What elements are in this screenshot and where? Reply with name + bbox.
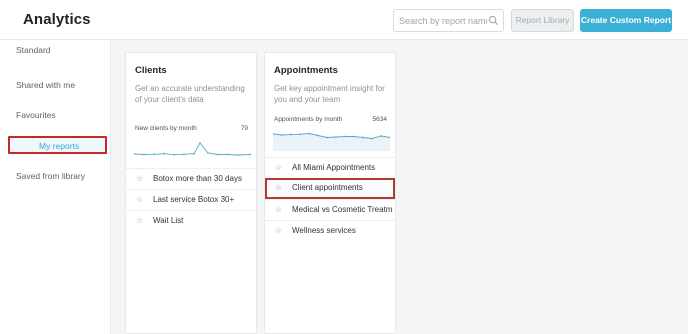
card-description: Get key appointment insight for you and … <box>274 84 385 104</box>
top-bar: Analytics Report Library Create Custom R… <box>0 0 688 40</box>
report-label: Wait List <box>153 216 184 225</box>
report-label: Client appointments <box>292 183 363 192</box>
star-icon[interactable]: ☆ <box>275 183 282 192</box>
appointments-report-list: ☆ All Miami Appointments ☆ Client appoin… <box>265 157 395 241</box>
list-item[interactable]: ☆ Wellness services <box>265 220 395 241</box>
clients-sparkline <box>134 142 251 156</box>
report-label: Last service Botox 30+ <box>153 195 235 204</box>
star-icon[interactable]: ☆ <box>136 174 143 183</box>
report-label: All Miami Appointments <box>292 163 376 172</box>
card-title: Appointments <box>274 65 338 76</box>
star-icon[interactable]: ☆ <box>275 226 282 235</box>
report-label: Botox more than 30 days <box>153 174 242 183</box>
star-icon[interactable]: ☆ <box>275 163 282 172</box>
search-box[interactable] <box>393 9 504 32</box>
chart-label: New clients by month <box>135 125 197 132</box>
card-title: Clients <box>135 65 167 76</box>
list-item[interactable]: ☆ Botox more than 30 days <box>126 168 256 189</box>
list-item[interactable]: ☆ Medical vs Cosmetic Treatme <box>265 199 395 220</box>
appointments-sparkline <box>273 132 390 151</box>
star-icon[interactable]: ☆ <box>136 195 143 204</box>
star-icon[interactable]: ☆ <box>275 205 282 214</box>
list-item[interactable]: ☆ Wait List <box>126 210 256 231</box>
sidebar-item-saved-from-library[interactable]: Saved from library <box>16 171 85 181</box>
clients-card: Clients Get an accurate understanding of… <box>125 52 257 334</box>
sidebar-item-my-reports[interactable]: My reports <box>8 136 107 154</box>
sidebar-item-shared-with-me[interactable]: Shared with me <box>16 80 75 90</box>
sidebar-item-favourites[interactable]: Favourites <box>16 110 56 120</box>
list-item-highlighted[interactable]: ☆ Client appointments <box>265 178 395 199</box>
search-input[interactable] <box>399 13 487 28</box>
search-icon[interactable] <box>488 15 499 26</box>
report-library-button[interactable]: Report Library <box>511 9 574 32</box>
clients-report-list: ☆ Botox more than 30 days ☆ Last service… <box>126 168 256 231</box>
list-item[interactable]: ☆ All Miami Appointments <box>265 157 395 178</box>
appointments-card: Appointments Get key appointment insight… <box>264 52 396 334</box>
star-icon[interactable]: ☆ <box>136 216 143 225</box>
report-label: Wellness services <box>292 226 356 235</box>
page-title: Analytics <box>23 11 91 28</box>
chart-count: 79 <box>240 125 248 132</box>
create-custom-report-button[interactable]: Create Custom Report <box>580 9 672 32</box>
sidebar-item-label: My reports <box>39 141 80 151</box>
chart-count: 5634 <box>372 116 387 123</box>
list-item[interactable]: ☆ Last service Botox 30+ <box>126 189 256 210</box>
report-label: Medical vs Cosmetic Treatme <box>292 205 393 214</box>
sidebar-item-standard[interactable]: Standard <box>16 45 51 55</box>
card-description: Get an accurate understanding of your cl… <box>135 84 245 104</box>
chart-label: Appointments by month <box>274 116 343 123</box>
sidebar: Standard Shared with me Favourites My re… <box>0 40 111 334</box>
